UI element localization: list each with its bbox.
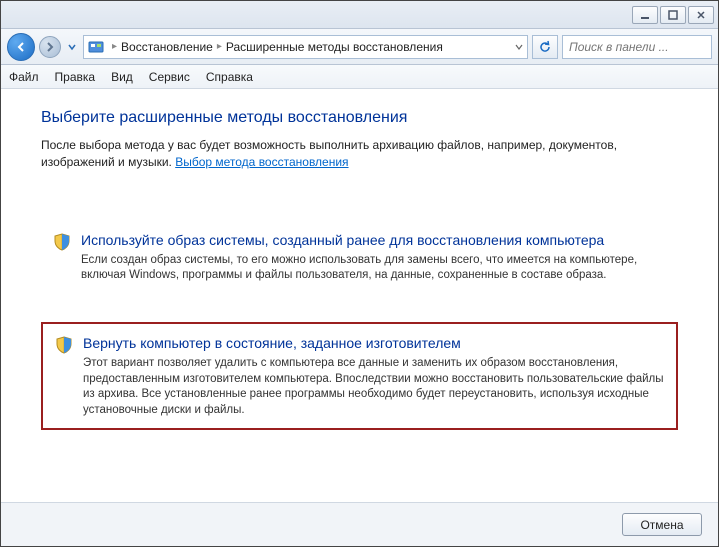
titlebar (1, 1, 718, 29)
option-desc: Этот вариант позволяет удалить с компьют… (83, 356, 664, 418)
address-bar[interactable]: ▸ Восстановление ▸ Расширенные методы во… (83, 35, 528, 59)
breadcrumb-segment-2[interactable]: Расширенные методы восстановления (226, 40, 443, 54)
menu-view[interactable]: Вид (111, 70, 133, 84)
choose-method-link[interactable]: Выбор метода восстановления (175, 155, 348, 169)
menubar: Файл Правка Вид Сервис Справка (1, 65, 718, 89)
forward-button[interactable] (39, 36, 61, 58)
navbar: ▸ Восстановление ▸ Расширенные методы во… (1, 29, 718, 65)
arrow-left-icon (15, 41, 27, 53)
history-dropdown[interactable] (65, 36, 79, 58)
option-desc: Если создан образ системы, то его можно … (81, 253, 666, 284)
control-panel-icon (88, 39, 104, 55)
breadcrumb-segment-1[interactable]: Восстановление (121, 40, 213, 54)
option-title: Вернуть компьютер в состояние, заданное … (83, 334, 664, 352)
chevron-down-icon (67, 42, 77, 52)
breadcrumb-separator: ▸ (108, 41, 121, 52)
lead-paragraph: После выбора метода у вас будет возможно… (41, 137, 678, 171)
chevron-down-icon (515, 43, 523, 51)
shield-icon (55, 336, 73, 354)
search-input[interactable] (567, 39, 719, 55)
shield-icon (53, 233, 71, 251)
window: ▸ Восстановление ▸ Расширенные методы во… (0, 0, 719, 547)
refresh-icon (538, 40, 552, 54)
address-dropdown[interactable] (515, 43, 523, 51)
search-box[interactable] (562, 35, 712, 59)
options-list: Используйте образ системы, созданный ран… (41, 221, 678, 430)
page-title: Выберите расширенные методы восстановлен… (41, 109, 678, 127)
breadcrumb-separator: ▸ (213, 41, 226, 52)
minimize-icon (640, 10, 650, 20)
menu-file[interactable]: Файл (9, 70, 39, 84)
option-system-image[interactable]: Используйте образ системы, созданный ран… (41, 221, 678, 294)
minimize-button[interactable] (632, 6, 658, 24)
menu-tools[interactable]: Сервис (149, 70, 190, 84)
cancel-button[interactable]: Отмена (622, 513, 702, 536)
option-factory-reset[interactable]: Вернуть компьютер в состояние, заданное … (41, 322, 678, 430)
back-button[interactable] (7, 33, 35, 61)
content-area: Выберите расширенные методы восстановлен… (1, 89, 718, 502)
refresh-button[interactable] (532, 35, 558, 59)
menu-edit[interactable]: Правка (55, 70, 96, 84)
option-title: Используйте образ системы, созданный ран… (81, 231, 666, 249)
maximize-button[interactable] (660, 6, 686, 24)
close-icon (696, 10, 706, 20)
footer: Отмена (1, 502, 718, 546)
close-button[interactable] (688, 6, 714, 24)
menu-help[interactable]: Справка (206, 70, 253, 84)
maximize-icon (668, 10, 678, 20)
arrow-right-icon (44, 41, 56, 53)
